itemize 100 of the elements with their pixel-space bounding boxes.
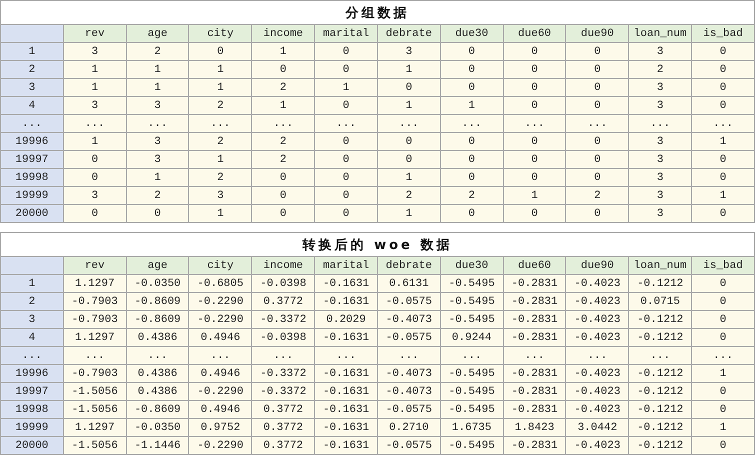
table-cell: ... <box>566 114 629 132</box>
table-cell: 3 <box>628 132 692 150</box>
table-cell: 2 <box>188 132 252 150</box>
table-cell: ... <box>377 114 440 132</box>
table-cell: 1 <box>188 150 252 168</box>
table-cell: ... <box>440 346 504 364</box>
table-cell: 0.6131 <box>377 274 440 292</box>
table-cell: 1 <box>692 132 754 150</box>
table-cell: -0.5495 <box>440 364 504 382</box>
table-cell: 0.3772 <box>252 292 315 310</box>
table-cell: 0 <box>692 96 754 114</box>
table-cell: 0 <box>692 274 754 292</box>
table-cell: -0.1631 <box>314 436 378 454</box>
column-header: due30 <box>440 24 504 42</box>
table-cell: -0.5495 <box>440 436 504 454</box>
table-cell: 0 <box>566 42 629 60</box>
table-cell: 2 <box>188 168 252 186</box>
table-cell: 3.0442 <box>566 418 629 436</box>
table-cell: 0 <box>692 400 754 418</box>
row-index: 19999 <box>0 186 64 204</box>
table-cell: 0 <box>252 168 315 186</box>
table-cell: 0 <box>566 60 629 78</box>
table-cell: -0.2831 <box>503 328 566 346</box>
table-cell: 3 <box>628 168 692 186</box>
table-cell: 0 <box>63 204 126 222</box>
table-cell: -0.1212 <box>628 400 692 418</box>
table-cell: 0 <box>314 168 378 186</box>
table-cell: 0 <box>314 96 378 114</box>
table-cell: ... <box>252 114 315 132</box>
table-cell: -0.2831 <box>503 274 566 292</box>
column-header: age <box>126 256 189 274</box>
table-cell: 1 <box>63 60 126 78</box>
table-cell: -0.1212 <box>628 418 692 436</box>
table-cell: 1 <box>126 60 189 78</box>
column-header: loan_num <box>628 256 692 274</box>
table-cell: 0 <box>314 42 378 60</box>
table-cell: 1 <box>188 60 252 78</box>
table-cell: -0.0575 <box>377 400 440 418</box>
table-cell: 0 <box>503 60 566 78</box>
table-cell: 0.4386 <box>126 382 189 400</box>
row-index: 19998 <box>0 400 64 418</box>
table-cell: 3 <box>377 42 440 60</box>
table-cell: -0.5495 <box>440 292 504 310</box>
table-cell: 0 <box>566 168 629 186</box>
row-index: 20000 <box>0 436 64 454</box>
table-cell: 0 <box>692 150 754 168</box>
row-index: 19997 <box>0 150 64 168</box>
column-header: rev <box>63 256 126 274</box>
table-cell: -0.1631 <box>314 328 378 346</box>
table-cell: -0.5495 <box>440 274 504 292</box>
table-cell: 0.2029 <box>314 310 378 328</box>
table-cell: 0 <box>692 78 754 96</box>
table-cell: 1.1297 <box>63 274 126 292</box>
column-header: is_bad <box>692 24 754 42</box>
table-cell: -0.1631 <box>314 364 378 382</box>
column-header: due60 <box>503 24 566 42</box>
table-cell: 0 <box>440 132 504 150</box>
table-cell: 0 <box>252 204 315 222</box>
table-cell: 3 <box>63 96 126 114</box>
table-cell: -0.0575 <box>377 436 440 454</box>
table-cell: 0.9752 <box>188 418 252 436</box>
table-cell: 2 <box>440 186 504 204</box>
column-header: city <box>188 24 252 42</box>
table-cell: 0 <box>566 78 629 96</box>
table-cell: 1 <box>377 204 440 222</box>
row-index: 1 <box>0 42 64 60</box>
table-cell: 1 <box>126 168 189 186</box>
table-cell: 0.4386 <box>126 328 189 346</box>
table-cell: -0.8609 <box>126 310 189 328</box>
table-cell: 3 <box>628 204 692 222</box>
table-cell: -0.0575 <box>377 292 440 310</box>
column-header: debrate <box>377 256 440 274</box>
table-cell: 1 <box>692 418 754 436</box>
row-index: 20000 <box>0 204 64 222</box>
column-header: loan_num <box>628 24 692 42</box>
table-cell: -0.1631 <box>314 292 378 310</box>
table-cell: -0.1212 <box>628 310 692 328</box>
table-cell: 0 <box>692 328 754 346</box>
table-cell: -1.5056 <box>63 400 126 418</box>
table-cell: -0.1212 <box>628 274 692 292</box>
row-index: 1 <box>0 274 64 292</box>
table-cell: -0.1631 <box>314 382 378 400</box>
table-cell: -0.3372 <box>252 364 315 382</box>
table-cell: 0 <box>503 78 566 96</box>
table-cell: 0 <box>566 132 629 150</box>
table-cell: ... <box>188 114 252 132</box>
table-cell: ... <box>628 114 692 132</box>
table-cell: 1 <box>63 78 126 96</box>
table-cell: 0 <box>692 168 754 186</box>
table-cell: ... <box>503 114 566 132</box>
column-header: due60 <box>503 256 566 274</box>
table-cell: 0 <box>692 60 754 78</box>
table-cell: 1 <box>377 60 440 78</box>
table-cell: -0.4073 <box>377 310 440 328</box>
column-header: debrate <box>377 24 440 42</box>
table-cell: 3 <box>126 132 189 150</box>
row-index: 19999 <box>0 418 64 436</box>
table-cell: 3 <box>126 150 189 168</box>
table-cell: 0 <box>692 292 754 310</box>
table-cell: ... <box>377 346 440 364</box>
